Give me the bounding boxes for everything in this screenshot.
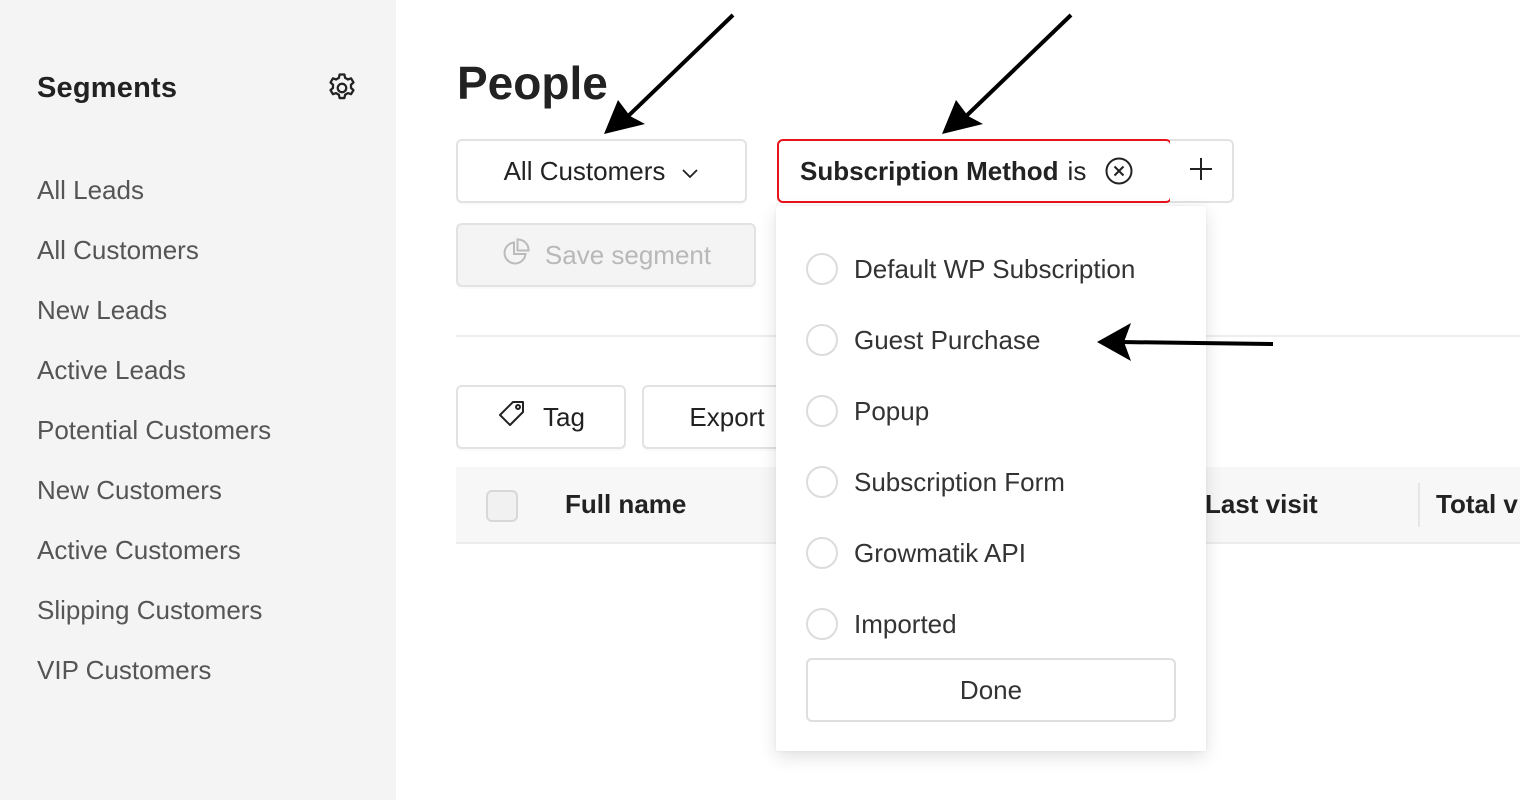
app: Segments All Leads All Customers New Lea… [0, 0, 1520, 800]
plus-icon [1188, 156, 1214, 187]
column-header-total-visits[interactable]: Total v [1436, 489, 1518, 520]
segment-list: All Leads All Customers New Leads Active… [37, 160, 271, 700]
pie-chart-icon [501, 237, 531, 274]
sidebar-item-new-leads[interactable]: New Leads [37, 280, 271, 340]
radio-button[interactable] [806, 324, 838, 356]
filter-field: Subscription Method [800, 155, 1059, 186]
option-growmatik-api[interactable]: Growmatik API [806, 533, 1026, 573]
export-label: Export [689, 401, 765, 432]
option-popup[interactable]: Popup [806, 391, 929, 431]
radio-button[interactable] [806, 466, 838, 498]
option-label: Popup [854, 395, 930, 426]
option-guest-purchase[interactable]: Guest Purchase [806, 320, 1040, 360]
sidebar-header: Segments [37, 66, 359, 110]
sidebar-item-active-customers[interactable]: Active Customers [37, 520, 271, 580]
option-label: Growmatik API [854, 537, 1026, 568]
column-separator [1418, 483, 1420, 527]
filter-operator: is [1067, 155, 1087, 186]
option-label: Subscription Form [854, 466, 1065, 497]
filter-chip[interactable]: Subscription Method is [777, 139, 1172, 203]
sidebar-item-vip-customers[interactable]: VIP Customers [37, 640, 271, 700]
radio-button[interactable] [806, 608, 838, 640]
option-label: Guest Purchase [854, 324, 1041, 355]
radio-button[interactable] [806, 253, 838, 285]
sidebar-item-all-leads[interactable]: All Leads [37, 160, 271, 220]
add-filter-button[interactable] [1170, 139, 1234, 203]
column-header-last-visit[interactable]: Last visit [1205, 489, 1318, 520]
radio-button[interactable] [806, 395, 838, 427]
subscription-method-dropdown: Default WP Subscription Guest Purchase P… [776, 206, 1206, 751]
select-all-checkbox[interactable] [486, 490, 518, 522]
gear-icon[interactable] [325, 71, 359, 105]
sidebar-item-new-customers[interactable]: New Customers [37, 460, 271, 520]
option-label: Imported [854, 608, 957, 639]
segment-select[interactable]: All Customers [456, 139, 747, 203]
option-default-wp-subscription[interactable]: Default WP Subscription [806, 249, 1135, 289]
save-segment-button[interactable]: Save segment [456, 223, 756, 287]
option-subscription-form[interactable]: Subscription Form [806, 462, 1065, 502]
chevron-down-icon [681, 156, 699, 187]
segment-select-value: All Customers [503, 155, 666, 186]
segments-sidebar: Segments All Leads All Customers New Lea… [0, 0, 396, 800]
tag-icon [497, 399, 527, 436]
tag-label: Tag [543, 401, 585, 432]
sidebar-title: Segments [37, 71, 178, 104]
sidebar-item-slipping-customers[interactable]: Slipping Customers [37, 580, 271, 640]
done-button[interactable]: Done [806, 658, 1176, 722]
column-header-full-name[interactable]: Full name [565, 489, 686, 520]
save-segment-label: Save segment [544, 239, 712, 270]
option-label: Default WP Subscription [854, 253, 1136, 284]
sidebar-item-all-customers[interactable]: All Customers [37, 220, 271, 280]
option-imported[interactable]: Imported [806, 604, 957, 644]
sidebar-item-active-leads[interactable]: Active Leads [37, 340, 271, 400]
close-circle-icon[interactable] [1104, 156, 1134, 186]
radio-button[interactable] [806, 537, 838, 569]
sidebar-item-potential-customers[interactable]: Potential Customers [37, 400, 271, 460]
page-title: People [457, 57, 608, 109]
tag-button[interactable]: Tag [456, 385, 626, 449]
